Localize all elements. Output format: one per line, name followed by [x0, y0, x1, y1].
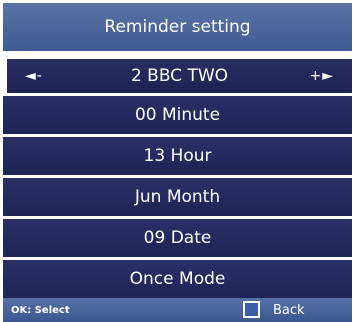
mode-value: Once Mode	[129, 269, 226, 289]
minute-row[interactable]: 00 Minute	[3, 96, 352, 134]
date-value: 09 Date	[143, 228, 212, 248]
channel-value: 2 BBC TWO	[130, 66, 229, 86]
ok-select-hint: OK: Select	[11, 304, 70, 316]
reminder-setting-dialog: Reminder setting ◄- 2 BBC TWO +► 00 Minu…	[0, 0, 355, 322]
hour-row[interactable]: 13 Hour	[3, 137, 352, 175]
hour-value: 13 Hour	[143, 146, 212, 166]
back-key-icon[interactable]	[243, 301, 260, 318]
month-value: Jun Month	[134, 187, 221, 207]
month-row[interactable]: Jun Month	[3, 178, 352, 216]
channel-selector[interactable]: ◄- 2 BBC TWO +►	[5, 57, 354, 95]
date-row[interactable]: 09 Date	[3, 219, 352, 257]
mode-row[interactable]: Once Mode	[3, 260, 352, 298]
left-arrow-icon[interactable]: ◄-	[25, 59, 43, 93]
back-label[interactable]: Back	[273, 298, 305, 322]
footer-bar: OK: Select Back	[3, 298, 352, 322]
right-arrow-icon[interactable]: +►	[310, 59, 335, 93]
minute-value: 00 Minute	[134, 105, 221, 125]
dialog-title: Reminder setting	[3, 3, 352, 51]
